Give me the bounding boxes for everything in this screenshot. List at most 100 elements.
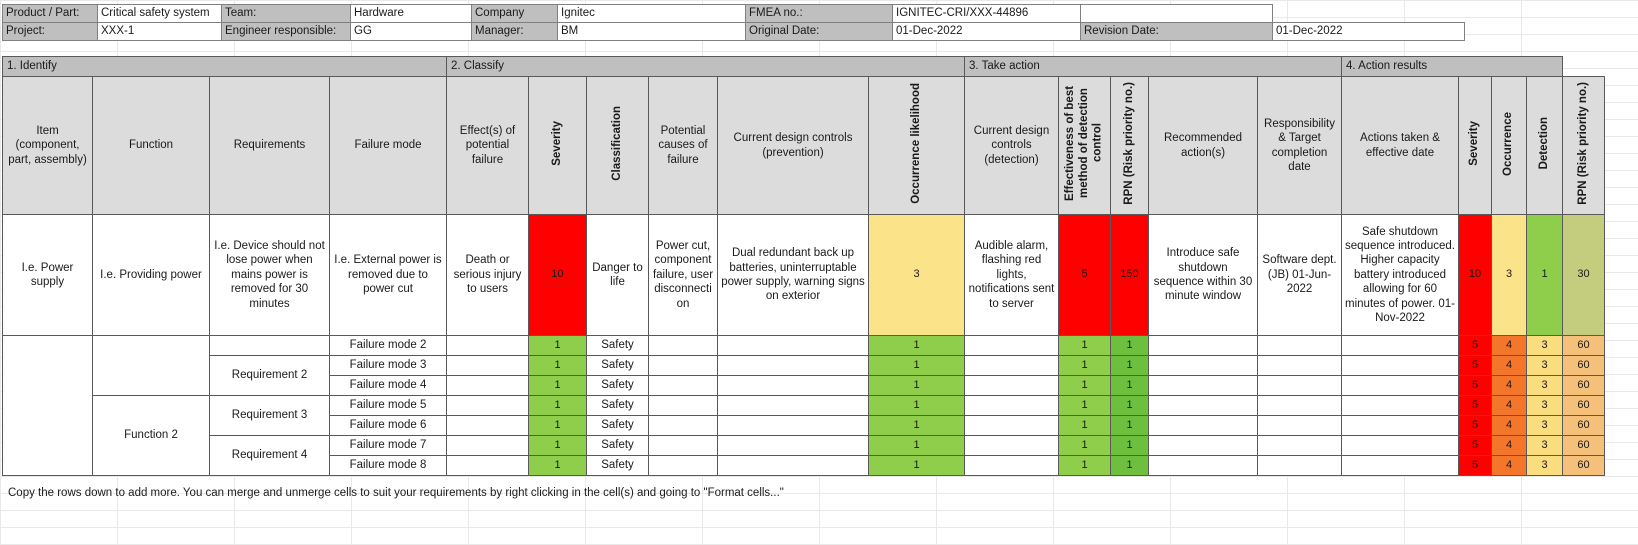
cell-detection-effectiveness[interactable]: 1 xyxy=(1058,395,1111,416)
cell-severity[interactable]: 1 xyxy=(528,435,587,456)
cell-function[interactable]: I.e. Providing power xyxy=(92,214,210,336)
cell-potential-causes[interactable] xyxy=(648,335,718,356)
cell-rpn[interactable]: 1 xyxy=(1110,415,1149,436)
cell-potential-causes[interactable] xyxy=(648,395,718,416)
cell-rpn[interactable]: 1 xyxy=(1110,375,1149,396)
cell-severity-after[interactable]: 5 xyxy=(1458,455,1492,476)
cell-design-controls-prevention[interactable]: Dual redundant back up batteries, uninte… xyxy=(717,214,869,336)
info-value-cell[interactable]: 01-Dec-2022 xyxy=(892,22,1081,41)
cell-severity-after[interactable]: 10 xyxy=(1458,214,1492,336)
cell-responsibility[interactable] xyxy=(1257,415,1342,436)
cell-rpn[interactable]: 1 xyxy=(1110,335,1149,356)
info-value-cell[interactable]: 01-Dec-2022 xyxy=(1272,22,1465,41)
cell-design-controls-prevention[interactable] xyxy=(717,335,869,356)
cell-rpn[interactable]: 150 xyxy=(1110,214,1149,336)
cell-detection-after[interactable]: 3 xyxy=(1526,335,1563,356)
info-value-cell[interactable]: BM xyxy=(557,22,746,41)
cell-detection-effectiveness[interactable]: 1 xyxy=(1058,355,1111,376)
cell-detection-effectiveness[interactable]: 1 xyxy=(1058,335,1111,356)
cell-occurrence[interactable]: 1 xyxy=(868,335,965,356)
cell-actions-taken[interactable] xyxy=(1341,375,1459,396)
cell-actions-taken[interactable] xyxy=(1341,415,1459,436)
info-label-cell[interactable]: Project: xyxy=(2,22,98,41)
cell-design-controls-prevention[interactable] xyxy=(717,455,869,476)
cell-detection-effectiveness[interactable]: 1 xyxy=(1058,435,1111,456)
cell-design-controls-prevention[interactable] xyxy=(717,355,869,376)
cell-occurrence[interactable]: 3 xyxy=(868,214,965,336)
cell-severity[interactable]: 1 xyxy=(528,455,587,476)
cell-item-continued[interactable] xyxy=(2,335,93,476)
cell-design-controls-prevention[interactable] xyxy=(717,415,869,436)
cell-potential-causes[interactable] xyxy=(648,455,718,476)
info-label-cell[interactable]: Engineer responsible: xyxy=(221,22,351,41)
cell-occurrence[interactable]: 1 xyxy=(868,355,965,376)
cell-occurrence-after[interactable]: 4 xyxy=(1491,375,1527,396)
cell-occurrence-after[interactable]: 4 xyxy=(1491,335,1527,356)
cell-failure-mode[interactable]: Failure mode 4 xyxy=(329,375,447,396)
cell-detection-after[interactable]: 3 xyxy=(1526,435,1563,456)
cell-effects[interactable] xyxy=(446,335,529,356)
info-value-cell[interactable]: Hardware xyxy=(350,4,472,23)
cell-responsibility[interactable] xyxy=(1257,435,1342,456)
cell-severity[interactable]: 1 xyxy=(528,375,587,396)
cell-detection-after[interactable]: 3 xyxy=(1526,395,1563,416)
cell-rpn[interactable]: 1 xyxy=(1110,355,1149,376)
cell-rpn-after[interactable]: 60 xyxy=(1562,415,1605,436)
cell-actions-taken[interactable]: Safe shutdown sequence introduced. Highe… xyxy=(1341,214,1459,336)
cell-rpn[interactable]: 1 xyxy=(1110,455,1149,476)
cell-design-controls-prevention[interactable] xyxy=(717,375,869,396)
cell-classification[interactable]: Safety xyxy=(586,455,649,476)
info-label-cell[interactable]: Product / Part: xyxy=(2,4,98,23)
cell-severity-after[interactable]: 5 xyxy=(1458,435,1492,456)
cell-effects[interactable] xyxy=(446,375,529,396)
cell-actions-taken[interactable] xyxy=(1341,335,1459,356)
cell-failure-mode[interactable]: Failure mode 5 xyxy=(329,395,447,416)
cell-occurrence[interactable]: 1 xyxy=(868,435,965,456)
cell-recommended-actions[interactable]: Introduce safe shutdown sequence within … xyxy=(1148,214,1258,336)
cell-effects[interactable] xyxy=(446,455,529,476)
cell-failure-mode[interactable]: I.e. External power is removed due to po… xyxy=(329,214,447,336)
cell-failure-mode[interactable]: Failure mode 8 xyxy=(329,455,447,476)
cell-rpn[interactable]: 1 xyxy=(1110,435,1149,456)
cell-detection-effectiveness[interactable]: 1 xyxy=(1058,415,1111,436)
cell-effects[interactable] xyxy=(446,435,529,456)
cell-occurrence-after[interactable]: 4 xyxy=(1491,455,1527,476)
cell-occurrence-after[interactable]: 3 xyxy=(1491,214,1527,336)
cell-severity[interactable]: 10 xyxy=(528,214,587,336)
cell-occurrence-after[interactable]: 4 xyxy=(1491,415,1527,436)
cell-detection-effectiveness[interactable]: 5 xyxy=(1058,214,1111,336)
cell-design-controls-detection[interactable] xyxy=(964,395,1059,416)
cell-rpn-after[interactable]: 60 xyxy=(1562,455,1605,476)
cell-failure-mode[interactable]: Failure mode 2 xyxy=(329,335,447,356)
cell-design-controls-detection[interactable] xyxy=(964,335,1059,356)
cell-actions-taken[interactable] xyxy=(1341,455,1459,476)
info-label-cell[interactable]: FMEA no.: xyxy=(745,4,893,23)
info-label-cell[interactable]: Original Date: xyxy=(745,22,893,41)
cell-detection-effectiveness[interactable]: 1 xyxy=(1058,455,1111,476)
cell-responsibility[interactable] xyxy=(1257,355,1342,376)
cell-actions-taken[interactable] xyxy=(1341,435,1459,456)
cell-item[interactable]: I.e. Power supply xyxy=(2,214,93,336)
cell-design-controls-detection[interactable] xyxy=(964,435,1059,456)
cell-requirement-continued[interactable] xyxy=(209,335,330,356)
cell-responsibility[interactable] xyxy=(1257,395,1342,416)
cell-occurrence[interactable]: 1 xyxy=(868,415,965,436)
cell-recommended-actions[interactable] xyxy=(1148,455,1258,476)
cell-rpn-after[interactable]: 60 xyxy=(1562,395,1605,416)
cell-potential-causes[interactable] xyxy=(648,435,718,456)
cell-recommended-actions[interactable] xyxy=(1148,355,1258,376)
cell-detection-after[interactable]: 3 xyxy=(1526,455,1563,476)
cell-responsibility[interactable] xyxy=(1257,375,1342,396)
cell-detection-after[interactable]: 3 xyxy=(1526,375,1563,396)
cell-actions-taken[interactable] xyxy=(1341,395,1459,416)
cell-responsibility[interactable]: Software dept. (JB) 01-Jun-2022 xyxy=(1257,214,1342,336)
cell-responsibility[interactable] xyxy=(1257,455,1342,476)
cell-classification[interactable]: Safety xyxy=(586,435,649,456)
info-label-cell[interactable]: Revision Date: xyxy=(1080,22,1273,41)
cell-recommended-actions[interactable] xyxy=(1148,435,1258,456)
cell-requirements[interactable]: I.e. Device should not lose power when m… xyxy=(209,214,330,336)
cell-classification[interactable]: Safety xyxy=(586,355,649,376)
cell-design-controls-prevention[interactable] xyxy=(717,395,869,416)
cell-rpn-after[interactable]: 30 xyxy=(1562,214,1605,336)
cell-rpn-after[interactable]: 60 xyxy=(1562,375,1605,396)
